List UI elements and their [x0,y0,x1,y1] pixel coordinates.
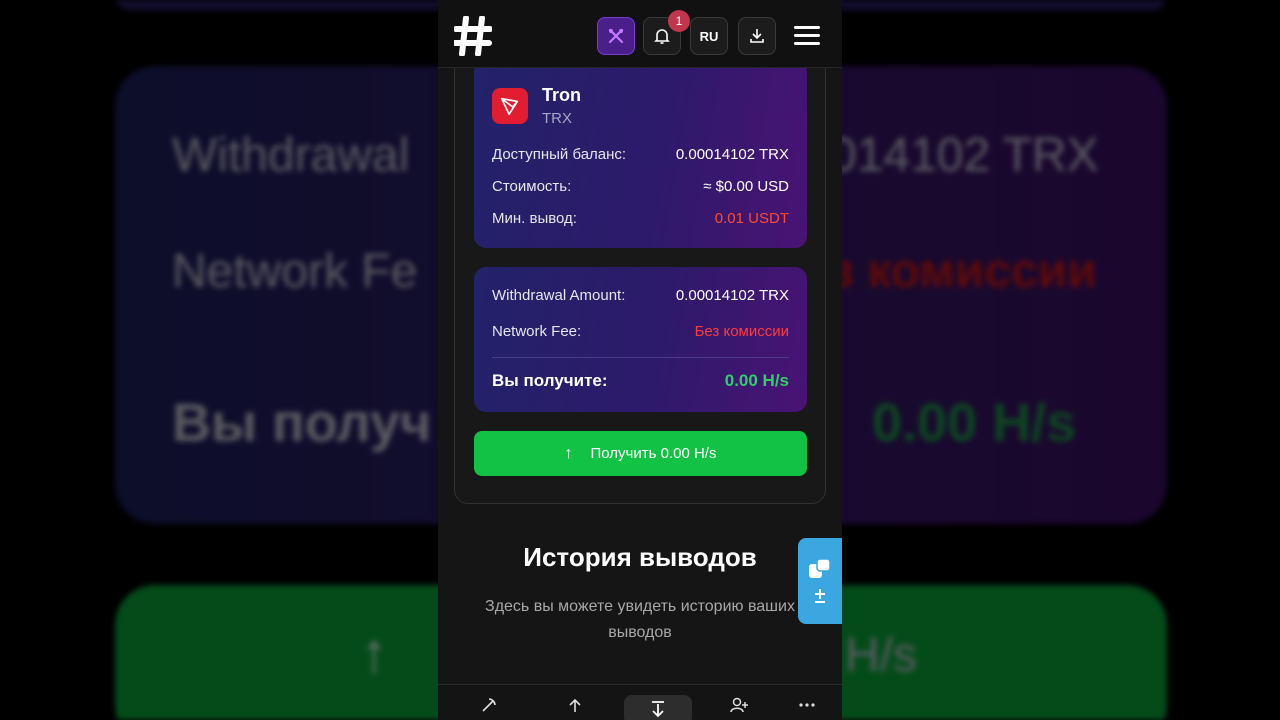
menu-button[interactable] [794,26,820,46]
bg-withdrawal-label: Withdrawal [172,129,410,182]
bg-arrow: ↑ [360,621,388,684]
nav-withdraw[interactable] [624,695,692,720]
bottom-nav [438,684,842,720]
download-icon [750,29,764,43]
coin-name: Tron [542,85,581,105]
nav-referrals[interactable] [724,693,754,717]
top-bar: 1 RU [438,0,842,68]
balance-row: Доступный баланс: 0.00014102 TRX [492,146,789,163]
bg-receive-value: 0.00 H/s [872,393,1077,453]
value-row: Стоимость: ≈ $0.00 USD [492,178,789,195]
notifications-button[interactable]: 1 [643,10,690,55]
value-label: Стоимость: [492,178,572,195]
bell-icon [654,29,670,44]
nav-deposit[interactable] [560,693,590,717]
get-button-label: Получить 0.00 H/s [590,445,717,462]
hashtag-logo-icon[interactable] [454,16,492,56]
network-fee-value: Без комиссии [694,323,789,340]
min-withdraw-value: 0.01 USDT [714,210,789,227]
history-title: История выводов [523,542,757,572]
value-value: ≈ $0.00 USD [703,178,789,195]
notification-badge: 1 [668,10,690,32]
add-user-icon [730,697,748,713]
language-button[interactable]: RU [690,17,728,55]
download-icon [652,701,664,718]
plus-minus-icon [815,589,825,603]
min-withdraw-row: Мин. вывод: 0.01 USDT [492,210,789,227]
side-support-tab[interactable] [798,538,842,624]
upload-icon [569,698,581,712]
summary-divider [492,357,789,358]
tron-icon [492,88,528,124]
pickaxe-icon [482,698,496,712]
network-fee-label: Network Fee: [492,323,582,340]
nav-more[interactable] [792,693,822,717]
coin-card: Tron TRX Доступный баланс: 0.00014102 TR… [474,60,807,248]
balance-value: 0.00014102 TRX [675,146,789,163]
download-app-button[interactable] [738,17,776,55]
min-withdraw-label: Мин. вывод: [492,210,577,227]
bg-fee-value: з комиссии [830,245,1097,298]
summary-card: Withdrawal Amount: 0.00014102 TRX Networ… [474,267,807,412]
bg-button-text: H/s [845,629,917,682]
get-button[interactable]: ↑ Получить 0.00 H/s [474,431,807,476]
receive-value: 0.00 H/s [724,371,789,390]
nav-mining[interactable] [474,693,504,717]
withdrawal-amount-label: Withdrawal Amount: [492,287,626,304]
more-icon [799,703,815,707]
crossed-tools-icon [608,28,624,44]
bg-fee-label: Network Fe [172,245,418,298]
arrow-up-icon: ↑ [564,444,573,462]
bg-withdrawal-value: 014102 TRX [830,129,1099,182]
menu-icon [794,26,820,29]
tools-button[interactable] [597,17,635,55]
phone-screen: Tron TRX Доступный баланс: 0.00014102 TR… [438,0,842,720]
withdrawal-amount-value: 0.00014102 TRX [675,287,789,304]
bg-receive-label: Вы получ [172,393,432,453]
history-subtitle: Здесь вы можете увидеть историю ваших вы… [485,598,795,641]
balance-label: Доступный баланс: [492,146,627,163]
receive-row: Вы получите: 0.00 H/s [492,371,789,391]
receive-label: Вы получите: [492,371,608,390]
withdrawal-amount-row: Withdrawal Amount: 0.00014102 TRX [492,287,789,304]
network-fee-row: Network Fee: Без комиссии [492,323,789,340]
chat-bubbles-icon [809,558,831,578]
coin-ticker: TRX [542,110,572,127]
